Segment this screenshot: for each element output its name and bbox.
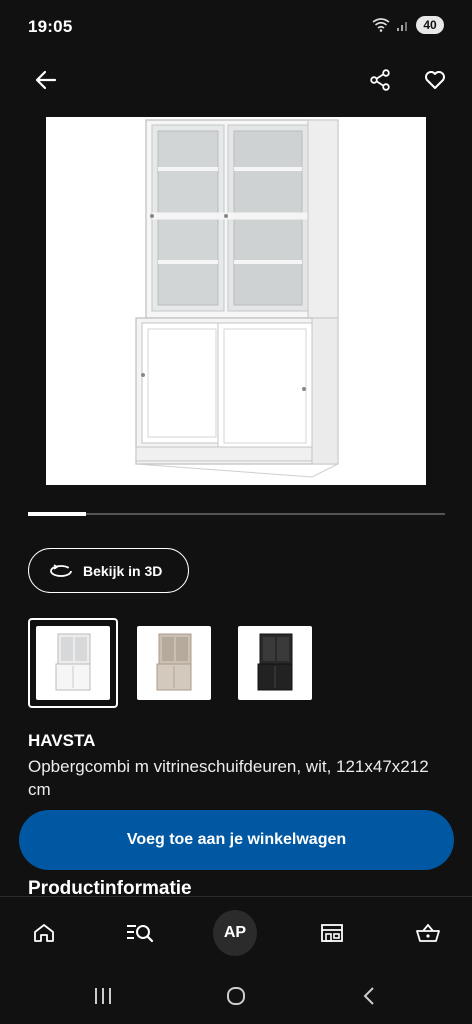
chevron-left-icon: [363, 987, 374, 1005]
cabinet-white-icon: [55, 633, 91, 691]
signal-icon: [397, 22, 407, 31]
cabinet-black-icon: [257, 633, 293, 691]
cabinet-illustration: [135, 119, 339, 478]
variant-image-black: [238, 626, 312, 700]
system-navigation: [0, 968, 472, 1024]
product-description: Opbergcombi m vitrineschuifdeuren, wit, …: [28, 757, 429, 799]
cabinet-beige-icon: [156, 633, 192, 691]
back-button[interactable]: [30, 64, 62, 96]
nav-store[interactable]: [310, 911, 354, 955]
view-3d-button[interactable]: Bekijk in 3D: [28, 548, 189, 593]
nav-search[interactable]: [118, 911, 162, 955]
recent-apps-button[interactable]: [88, 982, 118, 1010]
favorite-button[interactable]: [419, 64, 451, 96]
home-icon: [34, 924, 54, 942]
add-to-cart-button[interactable]: Voeg toe aan je winkelwagen: [19, 810, 454, 870]
nav-basket[interactable]: [406, 911, 450, 955]
back-system-button[interactable]: [354, 982, 384, 1010]
status-time: 19:05: [28, 17, 73, 36]
share-icon: [370, 69, 390, 91]
variant-image-beige: [137, 626, 211, 700]
nav-home[interactable]: [22, 911, 66, 955]
status-bar: 19:05 40: [0, 0, 472, 56]
variant-thumb-white[interactable]: [28, 618, 118, 708]
recent-apps-icon: [95, 988, 111, 1004]
bottom-navigation: AP: [0, 896, 472, 968]
variant-image-white: [36, 626, 110, 700]
store-icon: [321, 924, 343, 942]
home-circle-icon: [227, 987, 245, 1005]
gallery-progress-fill: [28, 512, 87, 516]
view-3d-label: Bekijk in 3D: [83, 562, 163, 579]
product-info-heading[interactable]: Productinformatie: [28, 878, 192, 896]
heart-icon: [425, 71, 445, 89]
top-app-bar: [0, 56, 472, 104]
home-system-button[interactable]: [221, 982, 251, 1010]
battery-indicator: 40: [416, 16, 444, 34]
wifi-icon: [372, 18, 390, 32]
gallery-progress-track: [28, 512, 445, 516]
nav-account[interactable]: AP: [213, 910, 257, 956]
status-icons: 40: [372, 16, 444, 34]
product-name: HAVSTA: [28, 731, 96, 750]
product-image[interactable]: [46, 117, 426, 485]
arrow-left-icon: [35, 70, 57, 90]
search-icon: [127, 925, 154, 943]
basket-icon: [416, 923, 440, 942]
account-avatar: AP: [213, 910, 257, 956]
variant-thumb-black[interactable]: [230, 618, 320, 708]
share-button[interactable]: [364, 64, 396, 96]
variant-thumb-beige[interactable]: [129, 618, 219, 708]
rotate-3d-icon: [50, 563, 72, 577]
